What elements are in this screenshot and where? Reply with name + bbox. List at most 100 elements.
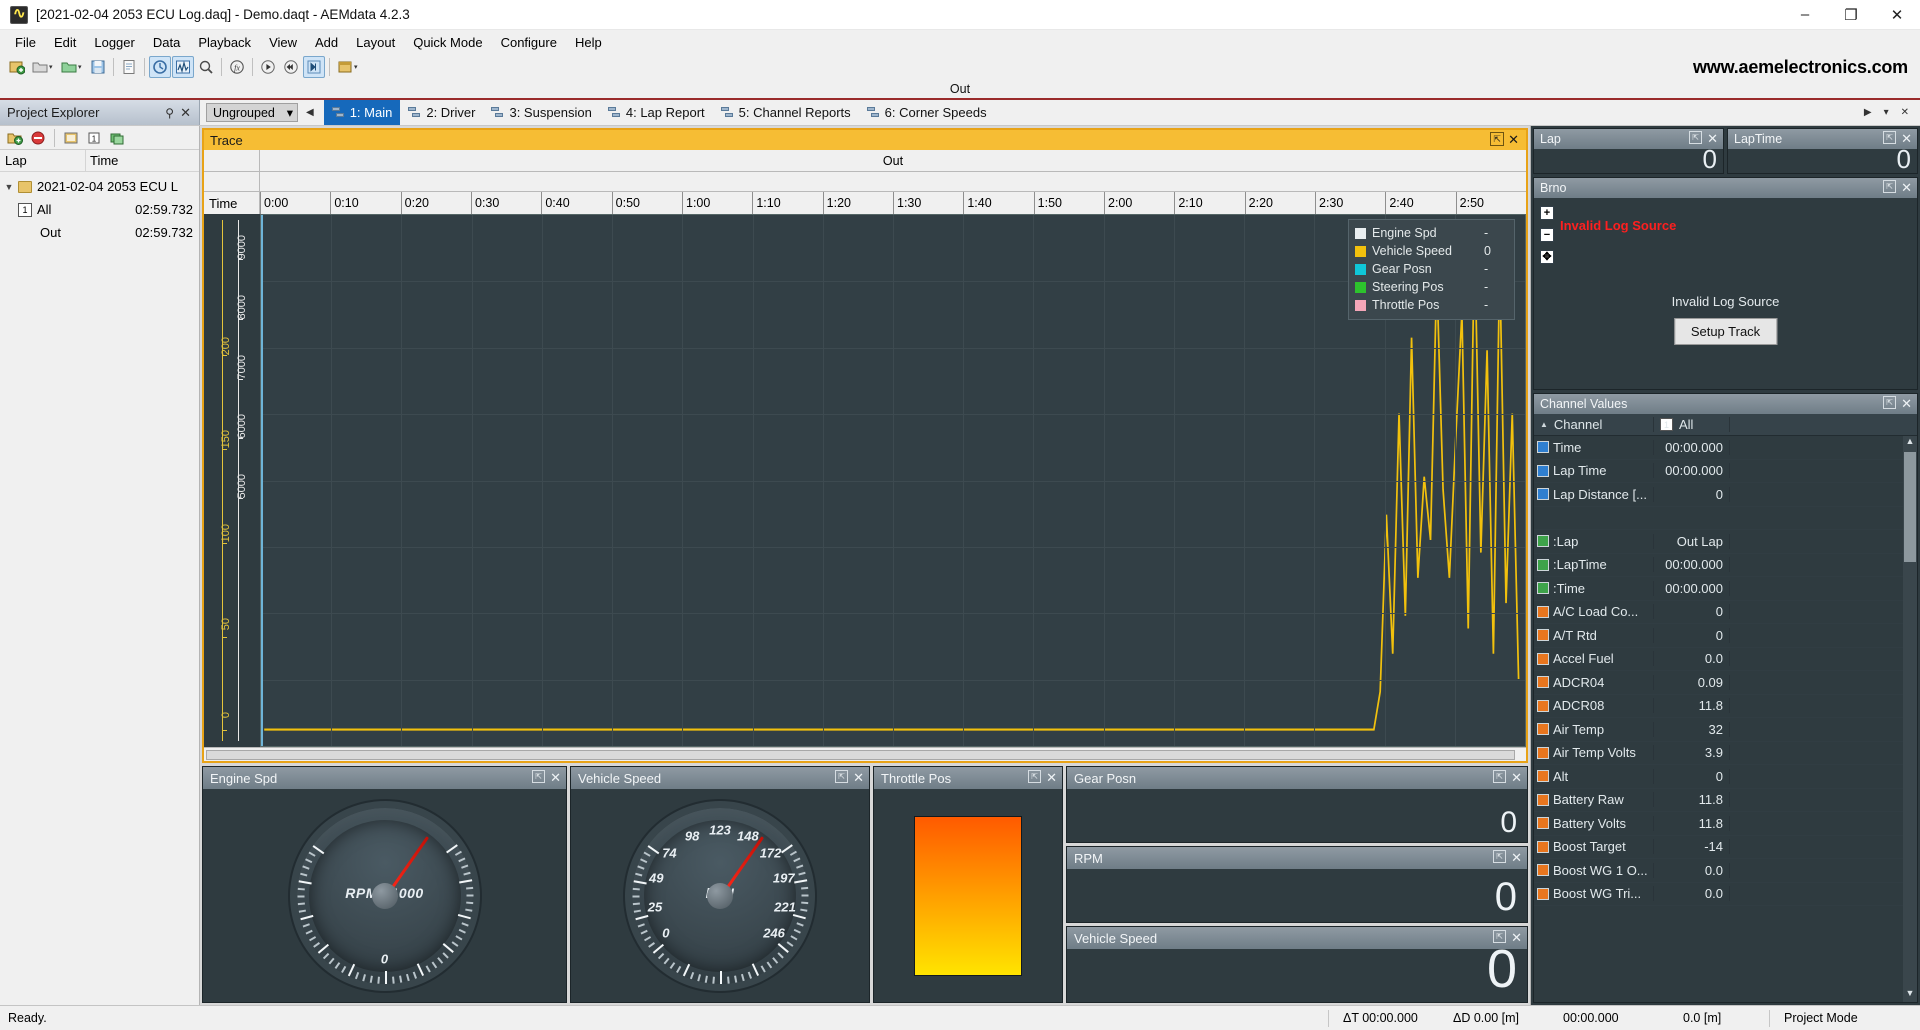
channel-row[interactable]: Time 00:00.000 [1534,436,1917,460]
close-icon[interactable]: ✕ [1511,850,1522,866]
cursor-line[interactable] [261,215,263,746]
channel-row[interactable]: Alt 0 [1534,765,1917,789]
export-icon[interactable] [118,56,140,78]
restore-icon[interactable]: ⇱ [1493,930,1507,943]
group-selector[interactable]: Ungrouped ▾ ◀ [200,100,324,125]
channel-row[interactable]: Boost WG Tri... 0.0 [1534,883,1917,906]
overlay-icon[interactable] [149,56,171,78]
menu-quick-mode[interactable]: Quick Mode [404,32,491,53]
channel-values-scrollbar[interactable]: ▲ ▼ [1903,436,1917,1002]
setup-track-button[interactable]: Setup Track [1673,318,1778,345]
legend-row[interactable]: Steering Pos - [1355,278,1506,296]
close-icon[interactable]: ✕ [1511,930,1522,946]
scroll-down-icon[interactable]: ▼ [1903,988,1917,1002]
channel-row[interactable]: :Time 00:00.000 [1534,577,1917,601]
restore-icon[interactable]: ⇱ [1493,770,1507,783]
open-folder-icon[interactable] [29,56,51,78]
close-icon[interactable]: ✕ [853,770,864,786]
column-all[interactable]: 1 All [1654,417,1730,432]
new-project-icon[interactable] [6,56,28,78]
chevron-down-icon[interactable]: ▾ [279,105,293,120]
maximize-button[interactable]: ❐ [1828,0,1874,30]
channel-row[interactable]: ADCR08 11.8 [1534,695,1917,718]
close-icon[interactable]: ✕ [1901,396,1912,412]
tree-row-out[interactable]: Out 02:59.732 [0,221,199,244]
menu-configure[interactable]: Configure [492,32,566,53]
restore-icon[interactable]: ⇱ [1493,850,1507,863]
zoom-out-icon[interactable]: − [1540,228,1554,242]
channel-values-list[interactable]: Time 00:00.000 Lap Time 00:00.000 Lap Distan… [1534,436,1917,1002]
close-icon[interactable]: ✕ [550,770,561,786]
close-icon[interactable]: ✕ [1511,770,1522,786]
channel-row[interactable]: Lap Distance [... 0 [1534,483,1917,507]
add-log-icon[interactable] [5,128,25,148]
menu-layout[interactable]: Layout [347,32,404,53]
channel-row[interactable]: :Lap Out Lap [1534,530,1917,554]
channel-row[interactable] [1534,507,1917,530]
close-icon[interactable]: ✕ [1046,770,1057,786]
legend-row[interactable]: Throttle Pos - [1355,296,1506,314]
close-icon[interactable]: ✕ [1508,132,1522,148]
tab-menu-chevron-down-icon[interactable]: ▾ [1879,107,1894,118]
legend-row[interactable]: Gear Posn - [1355,260,1506,278]
play-icon[interactable] [257,56,279,78]
menu-data[interactable]: Data [144,32,189,53]
tree-row-all[interactable]: 1 All 02:59.732 [0,198,199,221]
menu-add[interactable]: Add [306,32,347,53]
open-folder-chevron-down-icon[interactable]: ▾ [49,63,57,71]
project-explorer-close-icon[interactable]: ✕ [178,105,199,121]
sort-ascending-icon[interactable]: ▲ [1540,420,1548,429]
properties-icon[interactable] [61,128,81,148]
zoom-in-icon[interactable]: + [1540,206,1554,220]
scrollbar-thumb[interactable] [1904,452,1916,562]
restore-icon[interactable]: ⇱ [835,770,849,783]
tab-2-driver[interactable]: 2: Driver [400,100,483,125]
layout-icon[interactable] [334,56,356,78]
channel-row[interactable]: Boost WG 1 O... 0.0 [1534,859,1917,883]
menu-logger[interactable]: Logger [85,32,143,53]
remove-log-icon[interactable] [28,128,48,148]
legend-row[interactable]: Vehicle Speed 0 [1355,242,1506,260]
chevron-down-icon[interactable]: ▼ [0,182,18,192]
menu-view[interactable]: View [260,32,306,53]
scrollbar-thumb[interactable] [206,750,1515,760]
restore-icon[interactable]: ⇱ [1490,132,1505,146]
layout-chevron-down-icon[interactable]: ▾ [354,63,362,71]
fast-forward-icon[interactable] [303,56,325,78]
channel-row[interactable]: Battery Raw 11.8 [1534,789,1917,812]
open-project-chevron-down-icon[interactable]: ▾ [78,63,86,71]
group-combobox[interactable]: Ungrouped ▾ [206,103,298,122]
scroll-up-icon[interactable]: ▲ [1903,436,1917,450]
math-function-icon[interactable]: fx [226,56,248,78]
menu-help[interactable]: Help [566,32,611,53]
tab-prev-arrow-icon[interactable]: ◀ [302,107,318,118]
trace-horizontal-scrollbar[interactable] [204,747,1526,761]
channel-row[interactable]: Battery Volts 11.8 [1534,812,1917,836]
restore-icon[interactable]: ⇱ [1883,396,1897,409]
tab-1-main[interactable]: 1: Main [323,100,401,125]
channel-row[interactable]: ADCR04 0.09 [1534,671,1917,695]
tab-4-lap-report[interactable]: 4: Lap Report [600,100,713,125]
column-channel[interactable]: ▲ Channel [1534,417,1654,432]
channel-row[interactable]: Accel Fuel 0.0 [1534,648,1917,671]
channel-row[interactable]: Air Temp 32 [1534,718,1917,742]
pan-icon[interactable]: ✥ [1540,250,1554,264]
column-time[interactable]: Time [85,150,199,171]
trace-plot-canvas[interactable]: Engine Spd - Vehicle Speed 0 Gear Posn - Steer… [260,214,1526,747]
tab-6-corner-speeds[interactable]: 6: Corner Speeds [859,100,995,125]
close-icon[interactable]: ✕ [1901,180,1912,196]
zoom-icon[interactable] [195,56,217,78]
open-project-icon[interactable] [58,56,80,78]
channel-row[interactable]: Lap Time 00:00.000 [1534,460,1917,483]
lap-number-icon[interactable]: 1 [84,128,104,148]
layers-icon[interactable] [107,128,127,148]
restore-icon[interactable]: ⇱ [1883,131,1897,144]
channel-row[interactable]: Boost Target -14 [1534,836,1917,859]
tab-3-suspension[interactable]: 3: Suspension [483,100,599,125]
menu-file[interactable]: File [6,32,45,53]
channel-row[interactable]: Air Temp Volts 3.9 [1534,742,1917,765]
legend-row[interactable]: Engine Spd - [1355,224,1506,242]
channel-row[interactable]: A/C Load Co... 0 [1534,601,1917,624]
channel-row[interactable]: A/T Rtd 0 [1534,624,1917,648]
pin-icon[interactable]: ⚲ [161,106,178,120]
